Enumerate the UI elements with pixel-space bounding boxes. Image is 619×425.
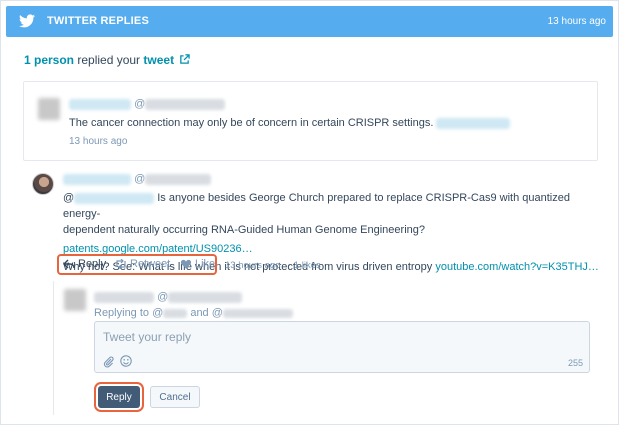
retweet-action-button[interactable]: Retweet	[115, 258, 170, 270]
replies-summary: 1 person replied your tweet	[24, 53, 191, 67]
replying-handle-2	[222, 308, 293, 318]
summary-text: replied your	[74, 53, 144, 67]
tweet-link[interactable]	[436, 117, 511, 129]
reply-line-2: dependent naturally occurring RNA-Guided…	[63, 224, 425, 236]
external-link-icon[interactable]	[179, 54, 191, 65]
twitter-bird-icon	[19, 14, 35, 28]
person-count-link[interactable]: 1 person	[24, 53, 74, 67]
reply-text: @ Is anyone besides George Church prepar…	[63, 190, 603, 238]
emoji-icon[interactable]	[120, 355, 132, 367]
author-handle	[145, 98, 226, 110]
avatar	[32, 173, 54, 195]
tweet-author: @	[69, 98, 226, 110]
reply-button[interactable]: Reply	[98, 386, 140, 408]
reply-placeholder: Tweet your reply	[103, 330, 192, 344]
retweet-action-label: Retweet	[130, 258, 171, 270]
header-title: TWITTER REPLIES	[47, 15, 149, 27]
avatar	[38, 98, 60, 120]
handle-at: @	[134, 173, 146, 185]
reply-icon	[63, 259, 75, 269]
reply-author: @	[63, 173, 603, 187]
author-handle	[145, 173, 212, 185]
card-header: TWITTER REPLIES 13 hours ago	[6, 6, 613, 37]
author-handle	[168, 291, 243, 303]
retweet-icon	[116, 258, 126, 270]
author-name[interactable]	[63, 173, 131, 185]
author-name	[94, 291, 154, 303]
like-count: · 1 likes	[288, 260, 321, 271]
handle-at: @	[157, 291, 169, 303]
replying-to: Replying to @ and @	[94, 307, 293, 319]
like-action-button[interactable]: Like	[180, 258, 215, 270]
header-time: 13 hours ago	[547, 16, 606, 27]
tweet-reply-input[interactable]: Tweet your reply 255	[94, 321, 590, 373]
mention-at: @	[63, 192, 75, 204]
replying-handle-1	[163, 308, 188, 318]
original-tweet-text: The cancer connection may only be of con…	[69, 117, 511, 129]
tweet-text: The cancer connection may only be of con…	[69, 117, 434, 129]
reply-time: 13 hours ago	[225, 260, 281, 271]
youtube-link[interactable]: youtube.com/watch?v=K35THJ…	[435, 261, 599, 273]
twitter-replies-card: TWITTER REPLIES 13 hours ago 1 person re…	[0, 0, 619, 425]
replying-and: and @	[187, 307, 223, 319]
like-action-label: Like	[195, 258, 216, 270]
composer-author: @	[94, 291, 243, 303]
original-tweet: @ The cancer connection may only be of c…	[23, 81, 598, 161]
original-tweet-time: 13 hours ago	[69, 136, 128, 147]
paperclip-icon[interactable]	[103, 355, 114, 368]
handle-at: @	[134, 98, 146, 110]
replying-prefix: Replying to @	[94, 307, 164, 319]
char-counter: 255	[567, 358, 583, 368]
tweet-link[interactable]: tweet	[143, 53, 174, 67]
cancel-button[interactable]: Cancel	[150, 386, 200, 408]
reply-action-label: Reply	[78, 258, 107, 270]
mention[interactable]	[74, 192, 155, 204]
heart-icon	[180, 259, 192, 269]
reply-action-button[interactable]: Reply	[63, 258, 106, 270]
author-name[interactable]	[69, 98, 131, 110]
avatar	[64, 289, 86, 311]
